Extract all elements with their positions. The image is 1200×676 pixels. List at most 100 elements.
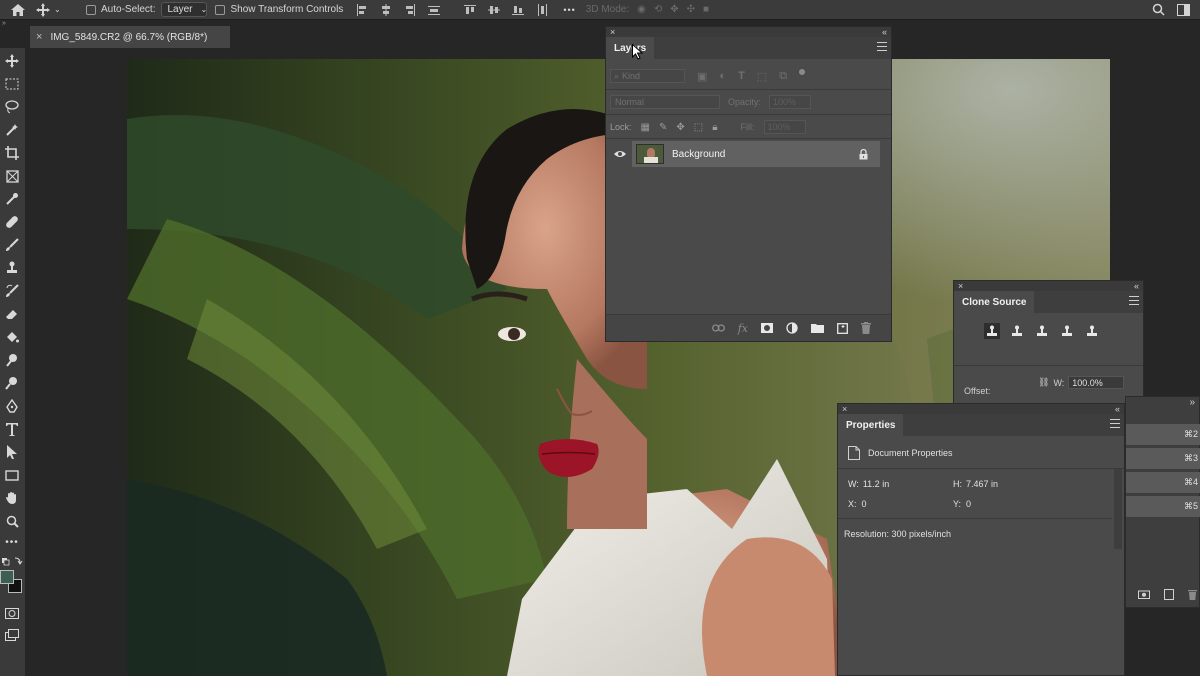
trash-icon[interactable] [1188,589,1197,600]
distribute-icon[interactable] [427,4,441,16]
fx-icon[interactable]: fx [738,322,748,335]
auto-select-box[interactable] [86,4,96,15]
align-center-icon[interactable] [379,3,393,16]
expand-icon[interactable]: » [1126,397,1199,409]
document-tab[interactable]: × IMG_5849.CR2 @ 66.7% (RGB/8*) [30,26,230,48]
align-bottom-icon[interactable] [511,4,525,16]
eraser-tool[interactable] [3,305,21,323]
new-layer-icon[interactable] [837,322,848,334]
properties-scrollbar[interactable] [1114,469,1122,549]
align-middle-icon[interactable] [487,4,501,16]
panel-menu-icon[interactable] [877,42,887,51]
clone-source-slot-3[interactable] [1034,323,1050,339]
toolbar-collapse-icon[interactable]: » [0,20,30,27]
quick-mask-button[interactable] [3,604,21,622]
fill-field[interactable]: 100% [763,120,806,134]
healing-brush-tool[interactable] [3,213,21,231]
eyedropper-tool[interactable] [3,190,21,208]
frame-tool[interactable] [3,167,21,185]
screen-mode-button[interactable] [3,626,21,644]
pixel-filter-icon[interactable]: ▣ [697,70,707,83]
auto-select-dropdown[interactable]: Layer ⌄ [161,2,208,17]
align-top-icon[interactable] [463,4,477,16]
orbit-icon[interactable]: ◉ [637,4,646,15]
close-icon[interactable]: × [958,281,963,291]
lock-transparent-icon[interactable]: ▦ [641,122,650,133]
slide-icon[interactable]: ✣ [687,4,695,15]
collapse-icon[interactable]: « [882,27,887,37]
filter-kind-dropdown[interactable]: ⌕ Kind [610,69,685,83]
camera-icon[interactable] [1138,589,1150,599]
workspace-icon[interactable] [1177,3,1190,16]
magic-wand-tool[interactable] [3,121,21,139]
smart-object-filter-icon[interactable]: ⧉ [779,70,787,83]
clone-source-slot-1[interactable] [984,323,1000,339]
home-button[interactable] [0,0,36,20]
clone-source-slot-2[interactable] [1009,323,1025,339]
move-tool[interactable] [3,52,21,70]
move-tool-preset[interactable]: ⌄ [36,0,76,20]
link-icon[interactable]: ⛓ [1038,377,1049,388]
lock-artboard-icon[interactable]: ⬚ [694,122,703,133]
close-icon[interactable]: × [610,27,615,37]
visibility-toggle[interactable] [608,150,632,158]
dodge-tool[interactable] [3,374,21,392]
type-tool[interactable] [3,420,21,438]
pen-tool[interactable] [3,397,21,415]
show-transform-checkbox[interactable]: Show Transform Controls [215,0,343,20]
drag-icon[interactable]: ✥ [670,4,678,15]
marquee-tool[interactable] [3,75,21,93]
mask-icon[interactable] [761,323,773,333]
shortcut-row[interactable]: ⌘5 [1126,496,1200,517]
collapse-icon[interactable]: « [1134,281,1139,291]
path-selection-tool[interactable] [3,443,21,461]
tab-layers[interactable]: Layers [606,37,655,59]
align-left-icon[interactable] [355,3,369,16]
rectangle-tool[interactable] [3,466,21,484]
swap-colors[interactable] [2,556,24,566]
new-snapshot-icon[interactable] [1164,588,1174,600]
shape-filter-icon[interactable]: ⬚ [757,70,767,83]
layer-row[interactable]: Background [608,141,889,167]
auto-select-checkbox[interactable]: Auto-Select: [86,0,155,20]
type-filter-icon[interactable]: T [738,70,745,82]
shortcut-row[interactable]: ⌘2 [1126,424,1200,445]
trash-icon[interactable] [861,322,871,334]
lasso-tool[interactable] [3,98,21,116]
edit-toolbar-button[interactable]: ••• [3,533,21,551]
clone-stamp-tool[interactable] [3,259,21,277]
adjustment-icon[interactable] [786,322,798,334]
zoom-tool[interactable] [3,512,21,530]
history-brush-tool[interactable] [3,282,21,300]
blur-tool[interactable] [3,351,21,369]
panel-menu-icon[interactable] [1110,419,1120,428]
crop-tool[interactable] [3,144,21,162]
link-icon[interactable] [711,324,725,332]
distribute-vertical-icon[interactable] [535,3,549,16]
more-options-button[interactable]: ••• [563,0,575,20]
hand-tool[interactable] [3,489,21,507]
lock-all-icon[interactable]: 🔒︎ [712,122,717,133]
foreground-color-swatch[interactable] [0,570,14,584]
close-icon[interactable]: × [36,31,42,43]
blend-mode-dropdown[interactable]: Normal [610,95,720,109]
paint-bucket-tool[interactable] [3,328,21,346]
search-icon[interactable] [1152,3,1165,16]
tab-properties[interactable]: Properties [838,414,904,436]
collapse-icon[interactable]: « [1115,404,1120,414]
clone-w-field[interactable]: 100.0% [1068,376,1125,389]
align-right-icon[interactable] [403,3,417,16]
shortcut-row[interactable]: ⌘4 [1126,472,1200,493]
opacity-field[interactable]: 100% [769,95,812,109]
filter-toggle-icon[interactable] [799,69,806,75]
rotate-icon[interactable]: ⟲ [654,4,662,15]
brush-tool[interactable] [3,236,21,254]
lock-position-icon[interactable]: ✥ [676,122,684,133]
shortcut-row[interactable]: ⌘3 [1126,448,1200,469]
camera-icon[interactable]: ■ [703,4,709,15]
folder-icon[interactable] [811,323,824,333]
adjustment-filter-icon[interactable]: ◐ [719,70,726,82]
show-transform-box[interactable] [215,4,226,15]
panel-menu-icon[interactable] [1129,296,1139,305]
close-icon[interactable]: × [842,404,847,414]
